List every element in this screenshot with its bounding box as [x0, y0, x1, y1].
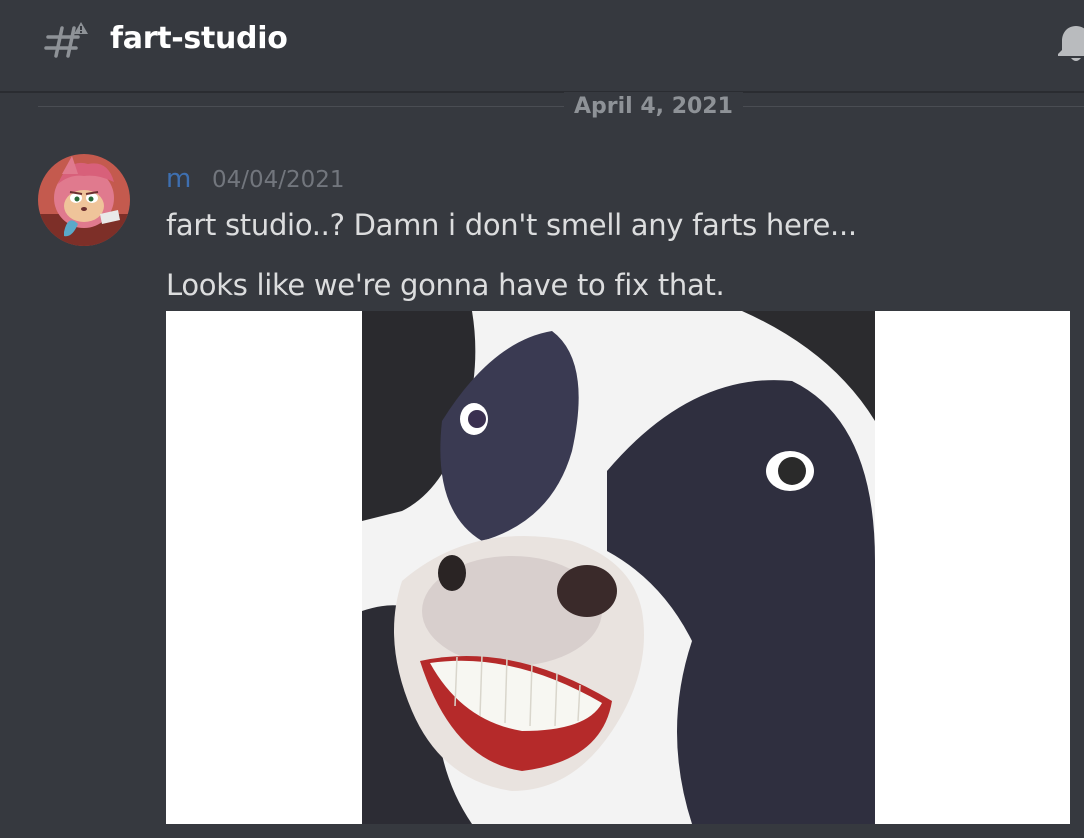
notification-bell-icon[interactable] [1056, 22, 1084, 64]
image-attachment[interactable] [166, 311, 1070, 824]
message-text-line: fart studio..? Damn i don't smell any fa… [166, 208, 857, 242]
date-divider-label: April 4, 2021 [564, 92, 743, 122]
channel-name: fart-studio [110, 21, 288, 56]
channel-header: fart-studio [0, 0, 1084, 93]
message-timestamp: 04/04/2021 [212, 167, 345, 193]
pink-hedgehog-avatar-icon [38, 154, 130, 246]
channel-hashtag-icon [44, 20, 90, 60]
avatar[interactable] [38, 154, 130, 246]
message-author[interactable]: m [166, 162, 191, 196]
date-divider-line [38, 106, 1084, 107]
message-text-line: Looks like we're gonna have to fix that. [166, 268, 725, 302]
smiling-cow-image-icon [362, 311, 875, 824]
